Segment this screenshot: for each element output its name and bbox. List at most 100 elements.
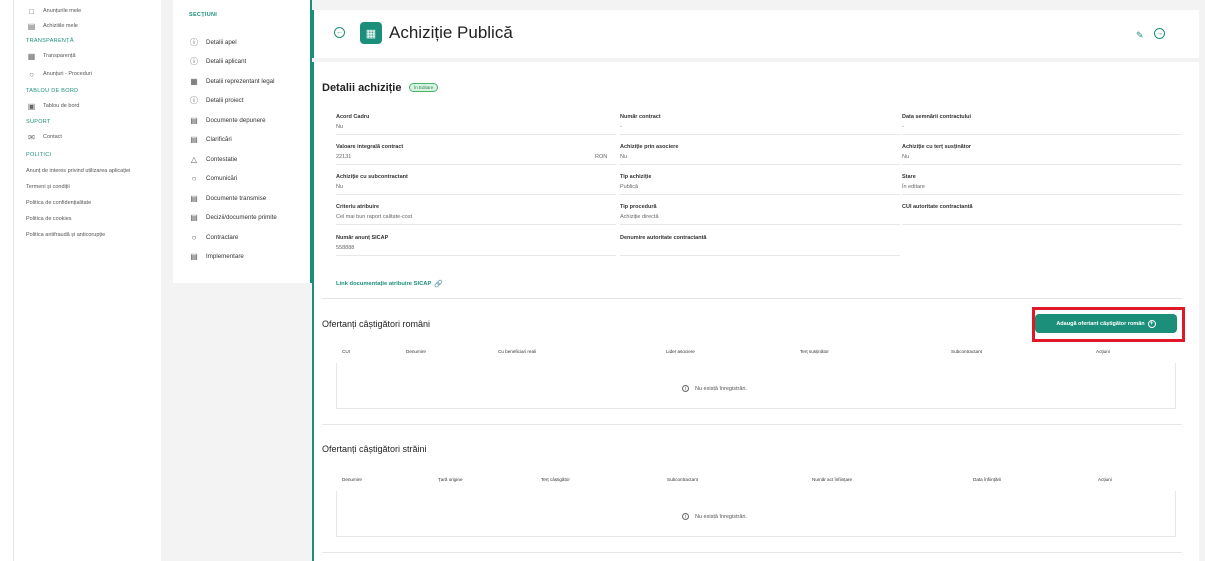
field-underline — [336, 194, 616, 195]
table-icon: ▦ — [27, 51, 36, 61]
column-header: Terț câștigător — [541, 477, 570, 482]
section-item-decizii-documente-primite[interactable]: ▤ Decizii/documente primite — [189, 211, 277, 223]
field-label: Achiziție cu terț susținător — [902, 144, 972, 150]
info-icon: ⓘ — [190, 56, 198, 66]
policy-link[interactable]: Anunț de interes privind utilizarea apli… — [26, 168, 130, 174]
main-area: ← ▦ Achiziție Publică ✎ → Detalii achizi… — [312, 0, 1205, 561]
column-header: CUI — [342, 349, 350, 354]
field-value: În editare — [902, 184, 925, 190]
nav-item-label: Contact — [43, 134, 62, 140]
column-header: Acțiuni — [1098, 477, 1112, 482]
page-title: Achiziție Publică — [389, 23, 513, 42]
field-underline — [620, 194, 900, 195]
search-doc-icon: ○ — [191, 232, 197, 242]
empty-message: Nu există înregistrări. — [695, 385, 747, 392]
document-icon: ▤ — [190, 193, 198, 203]
section-item-contractare[interactable]: ○ Contractare — [189, 231, 239, 243]
field-value: 558888 — [336, 245, 355, 251]
exit-button[interactable]: → — [1154, 28, 1165, 39]
field-value: Publică — [620, 184, 639, 190]
column-header: Data înființării — [973, 477, 1002, 482]
field-value: - — [902, 124, 904, 130]
nav-item-anunturile-mele[interactable]: □ Anunțurile mele — [14, 4, 81, 18]
column-header: Acțiuni — [1096, 349, 1110, 354]
section-item-documente-depunere[interactable]: ▤ Documente depunere — [189, 114, 265, 126]
section-item-detalii-aplicant[interactable]: ⓘ Detalii aplicant — [189, 55, 246, 67]
link-label: Link documentație atribuire SICAP — [336, 281, 432, 287]
nav-item-label: Anunțurile mele — [43, 8, 82, 14]
column-header: Subcontractant — [951, 349, 982, 354]
empty-state: i Nu există înregistrări. — [682, 385, 747, 392]
sections-title: SECȚIUNI — [189, 12, 218, 18]
romanian-winners-title: Ofertanți câștigători români — [322, 319, 431, 329]
field-underline — [336, 224, 616, 225]
section-item-documente-transmise[interactable]: ▤ Documente transmise — [189, 192, 266, 204]
folder-icon: □ — [29, 6, 34, 16]
foreign-winners-table: i Nu există înregistrări. — [336, 491, 1176, 537]
policy-link[interactable]: Politica antifraudă și anticorupție — [26, 232, 105, 238]
nav-item-label: Tablou de bord — [43, 103, 80, 109]
column-header: Denumire — [406, 349, 426, 354]
procurement-icon: ▦ — [360, 22, 382, 44]
field-label: Denumire autoritate contractantă — [620, 235, 707, 241]
empty-message: Nu există înregistrări. — [695, 513, 747, 520]
policy-link[interactable]: Politica de cookies — [26, 216, 72, 222]
section-item-contestatie[interactable]: △ Contestatie — [189, 153, 237, 165]
nav-item-label: Anunțuri - Proceduri — [43, 71, 92, 77]
arrow-right-icon: → — [1156, 30, 1163, 37]
section-item-detalii-apel[interactable]: ⓘ Detalii apel — [189, 36, 237, 48]
section-divider — [322, 424, 1182, 425]
chat-icon: ○ — [191, 173, 197, 183]
field-label: Valoare integrală contract — [336, 144, 404, 150]
section-item-detalii-reprezentant-legal[interactable]: ▦ Detalii reprezentant legal — [189, 75, 274, 87]
field-underline — [620, 224, 900, 225]
section-item-detalii-proiect[interactable]: ⓘ Detalii proiect — [189, 94, 244, 106]
dashboard-icon: ▣ — [27, 101, 36, 111]
back-button[interactable]: ← — [334, 27, 345, 38]
field-label: Tip achiziție — [620, 174, 652, 180]
column-header: Cu beneficiari reali — [498, 349, 537, 354]
field-underline — [902, 164, 1182, 165]
page-header: ← ▦ Achiziție Publică ✎ → — [312, 10, 1199, 58]
separator-band — [161, 0, 173, 561]
nav-item-transparenta[interactable]: ▦ Transparență — [14, 49, 76, 63]
document-icon: ▤ — [190, 115, 198, 125]
field-underline — [620, 134, 900, 135]
field-underline — [620, 164, 900, 165]
section-item-label: Detalii apel — [206, 38, 237, 46]
edit-icon[interactable]: ✎ — [1136, 30, 1144, 41]
sicap-documentation-link[interactable]: Link documentație atribuire SICAP 🔗 — [336, 280, 443, 288]
section-item-label: Documente transmise — [206, 194, 267, 202]
id-card-icon: ▦ — [190, 76, 198, 86]
field-label: Număr contract — [620, 114, 661, 120]
search-doc-icon: ○ — [29, 69, 34, 79]
column-header: Lider asociere — [666, 349, 695, 354]
info-icon: ⓘ — [190, 95, 198, 105]
section-item-comunicari[interactable]: ○ Comunicări — [189, 172, 238, 184]
field-label: Criteriu atribuire — [336, 204, 380, 210]
section-item-label: Implementare — [206, 252, 244, 260]
calendar-icon: ▤ — [190, 251, 198, 261]
nav-header-politici: POLITICI — [26, 152, 52, 158]
section-item-clarificari[interactable]: ▤ Clarificări — [189, 133, 232, 145]
field-value: Nu — [902, 154, 910, 160]
section-item-label: Contractare — [206, 233, 239, 241]
nav-item-achizitiile-mele[interactable]: ▤ Achiziiile mele — [14, 19, 78, 33]
column-header: Număr act înființare — [812, 477, 853, 482]
column-header: Terț susținător — [800, 349, 829, 354]
field-value: Nu — [336, 184, 344, 190]
nav-item-contact[interactable]: ✉ Contact — [14, 130, 62, 144]
field-label: Data semnării contractului — [902, 114, 972, 120]
nav-item-tablou-de-bord[interactable]: ▣ Tablou de bord — [14, 99, 80, 113]
policy-link[interactable]: Politica de confidențialitate — [26, 200, 91, 206]
info-icon: i — [682, 513, 689, 520]
policy-link[interactable]: Termeni și condiții — [26, 184, 70, 190]
nav-item-anunturi-proceduri[interactable]: ○ Anunțuri - Proceduri — [14, 67, 92, 81]
field-underline — [902, 134, 1182, 135]
status-badge: În Editare — [409, 83, 439, 92]
field-label: Achiziție prin asociere — [620, 144, 679, 150]
section-item-label: Detalii aplicant — [206, 57, 247, 65]
section-item-implementare[interactable]: ▤ Implementare — [189, 250, 244, 262]
field-underline — [902, 194, 1182, 195]
field-label: CUI autoritate contractantă — [902, 204, 973, 210]
